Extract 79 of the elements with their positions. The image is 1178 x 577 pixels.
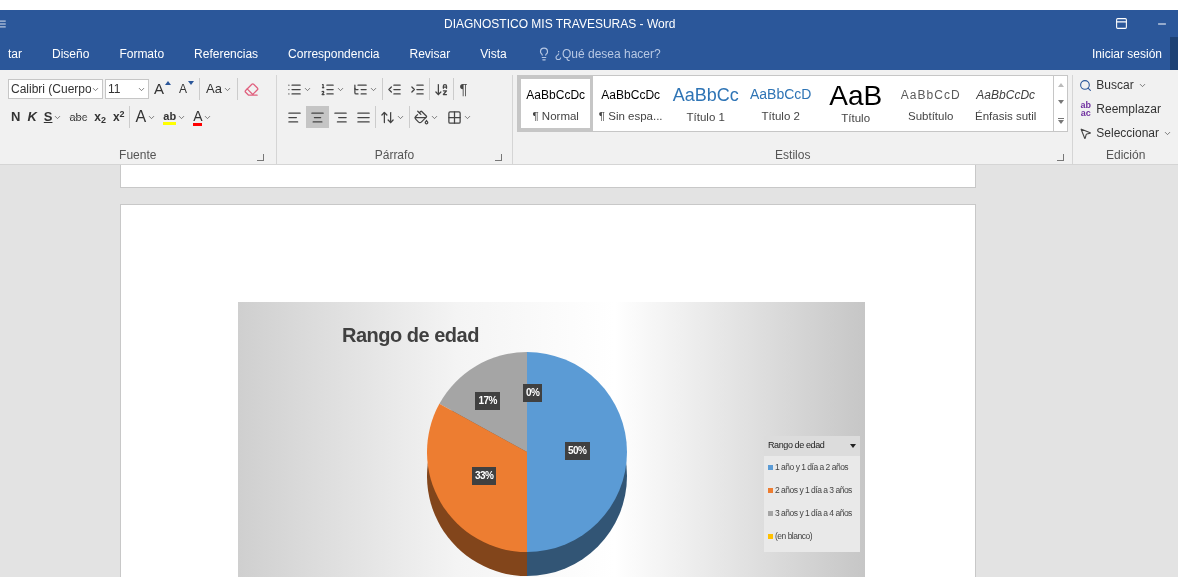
legend-filter-button[interactable]: Rango de edad [764,436,860,456]
more-styles-button[interactable] [1057,118,1064,125]
borders-icon [446,109,462,125]
slice-label: Rango de edad [768,439,825,453]
data-label: 50% [565,442,590,460]
editing-button[interactable]: Buscar [1079,75,1172,95]
decrease-indent-icon [386,81,402,97]
ribbon-tab[interactable]: Diseño [52,37,90,70]
bold-button[interactable]: N [8,106,24,128]
bullets-icon [286,81,302,97]
legend-label: 2 años y 1 día a 3 años [775,484,852,497]
quick-access-icon[interactable] [0,18,7,29]
replace-icon: ab ac [1079,101,1093,117]
align-icon [355,109,371,125]
group-label: Estilos [775,147,811,164]
style-item[interactable]: AaBbCc Título 1 [668,76,744,131]
ribbon-display-icon[interactable] [1115,17,1128,30]
shrink-font-button[interactable]: A [176,78,198,100]
highlight-button[interactable]: ab [160,106,190,128]
group-label: Párrafo [374,147,415,164]
tab-bar-edge [1170,37,1178,70]
italic-button[interactable]: K [24,106,40,128]
ribbon-tab[interactable]: Referencias [194,37,259,70]
up-triangle-icon [1057,82,1064,87]
multilevel-list-icon [352,81,368,97]
numbering-icon [319,81,335,97]
eraser-icon [243,81,259,97]
up-triangle-icon [165,81,171,85]
shading-icon [413,109,429,125]
align-icon [286,109,302,125]
style-item[interactable]: AaB Título [818,76,894,131]
dialog-launcher-icon[interactable] [1057,154,1065,161]
show-marks-button[interactable]: ¶ [452,78,474,100]
dialog-launcher-icon[interactable] [495,154,503,161]
editing-button[interactable]: Seleccionar [1079,123,1172,143]
ribbon-tab[interactable]: Formato [119,37,165,70]
legend-label: (en blanco) [775,530,813,543]
data-label: 0% [523,384,543,402]
align-button[interactable] [305,106,329,128]
increase-indent-icon [409,81,425,97]
ribbon-tab[interactable]: Correspondencia [288,37,380,70]
align-icon [309,109,325,125]
style-item[interactable]: AaBbCcDc ¶ Normal [518,76,594,131]
text-effects-button[interactable]: A [128,106,160,128]
font-size-field[interactable]: 11 [105,79,149,99]
dialog-launcher-icon[interactable] [256,154,264,161]
chart-title: Rango de edad [342,323,479,348]
ribbon-tab[interactable]: tar [8,37,22,70]
pointer-icon [1079,126,1093,140]
data-label: 33% [471,467,497,486]
down-triangle-icon [1057,120,1064,125]
underline-button[interactable]: S [40,106,66,128]
sort-icon [433,81,449,97]
data-label: 17% [475,392,500,411]
subscript-button[interactable]: x$_{2}$ [91,106,109,128]
style-item[interactable]: AaBbCcDc ¶ Sin espa... [593,76,669,131]
scroll-down-button[interactable] [1057,100,1064,105]
ribbon-tab[interactable]: Revisar [409,37,451,70]
style-item[interactable]: AaBbCcDc Énfasis sutil [968,76,1044,131]
ribbon-tab[interactable]: Vista [480,37,507,70]
down-triangle-icon [1057,100,1064,105]
search-icon [1079,78,1093,92]
group-label: Fuente [119,147,157,164]
style-item[interactable]: AaBbCcD Título 2 [743,76,819,131]
line-spacing-icon [379,109,395,125]
grow-font-button[interactable]: A [151,78,174,100]
window-title: DIAGNOSTICO MIS TRAVESURAS - Word [444,15,676,33]
change-case-button[interactable]: Aa [199,78,235,100]
down-triangle-icon [188,81,195,85]
font-name-field[interactable]: Calibri (Cuerpo [8,79,103,99]
legend-label: 3 años y 1 día a 4 años [775,507,852,520]
dropdown-triangle-icon [850,444,856,448]
group-label: Edición [1105,147,1146,164]
sign-in-link[interactable]: Iniciar sesión [1091,44,1162,63]
superscript-button[interactable]: x$^{2}$ [109,106,128,128]
align-icon [332,109,348,125]
style-item[interactable]: AaBbCcD Subtítulo [893,76,969,131]
legend-label: 1 año y 1 día a 2 años [775,461,849,474]
font-color-button[interactable]: A [190,106,216,128]
